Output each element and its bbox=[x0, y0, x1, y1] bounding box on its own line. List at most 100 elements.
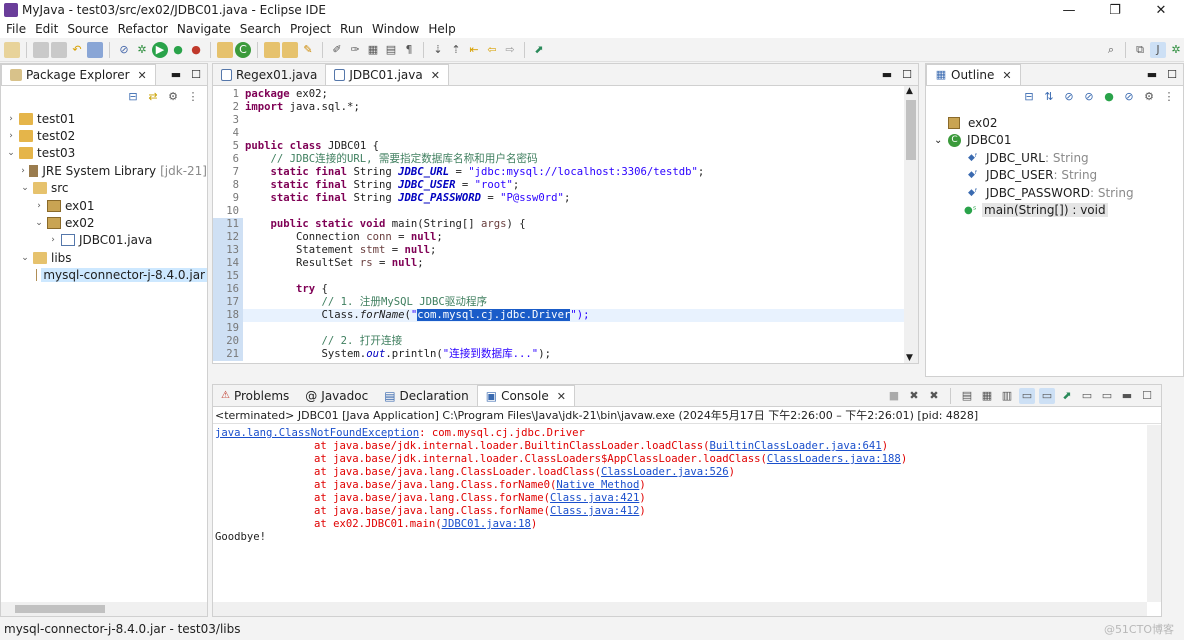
show-whitespace-icon[interactable]: ¶ bbox=[401, 42, 417, 58]
scroll-down-icon[interactable]: ▼ bbox=[906, 353, 913, 363]
search-toolbar-icon[interactable]: ✎ bbox=[300, 42, 316, 58]
menu-window[interactable]: Window bbox=[370, 22, 426, 36]
new-java-project-icon[interactable] bbox=[217, 41, 233, 58]
stack-link[interactable]: BuiltinClassLoader.java:641 bbox=[709, 440, 881, 452]
outline-item-field[interactable]: ◆ᶠ JDBC_PASSWORD : String bbox=[926, 184, 1183, 202]
tab-problems[interactable]: ⚠ Problems bbox=[213, 385, 298, 406]
skip-breakpoints-icon[interactable]: ⊘ bbox=[116, 42, 132, 58]
open-perspective-icon[interactable]: ⧉ bbox=[1132, 42, 1148, 58]
tree-item-test01[interactable]: › test01 bbox=[1, 110, 207, 127]
minimize-button[interactable]: — bbox=[1046, 3, 1092, 18]
pin-editor-icon[interactable]: ⬈ bbox=[531, 42, 547, 58]
exception-link[interactable]: java.lang.ClassNotFoundException bbox=[215, 427, 419, 439]
clear-console-icon[interactable]: ▤ bbox=[959, 388, 975, 404]
menu-source[interactable]: Source bbox=[65, 22, 115, 36]
sort-icon[interactable]: ⇅ bbox=[1041, 89, 1057, 105]
stack-link[interactable]: Native Method bbox=[556, 479, 639, 491]
word-wrap-icon[interactable]: ▤ bbox=[383, 42, 399, 58]
terminal-icon[interactable] bbox=[87, 41, 103, 58]
tab-javadoc[interactable]: @ Javadoc bbox=[297, 385, 377, 406]
close-button[interactable]: ✕ bbox=[1138, 3, 1184, 18]
menu-project[interactable]: Project bbox=[288, 22, 338, 36]
save-icon[interactable] bbox=[33, 41, 49, 58]
coverage-icon[interactable]: ● bbox=[170, 42, 186, 58]
maximize-icon[interactable]: ☐ bbox=[191, 68, 201, 81]
console-vertical-scrollbar[interactable] bbox=[1147, 425, 1161, 602]
menu-file[interactable]: File bbox=[4, 22, 33, 36]
next-annotation-icon[interactable]: ⇣ bbox=[430, 42, 446, 58]
external-tools-icon[interactable]: ● bbox=[188, 42, 204, 58]
block-selection-icon[interactable]: ▦ bbox=[365, 42, 381, 58]
focus-icon[interactable]: ⚙ bbox=[1141, 89, 1157, 105]
minimize-icon[interactable]: ▬ bbox=[882, 68, 892, 81]
toggle-annotation-icon[interactable]: ✐ bbox=[329, 42, 345, 58]
chevron-down-icon[interactable]: ⌄ bbox=[5, 148, 17, 158]
stack-link[interactable]: JDBC01.java:18 bbox=[442, 518, 531, 530]
menu-refactor[interactable]: Refactor bbox=[116, 22, 175, 36]
menu-run[interactable]: Run bbox=[338, 22, 370, 36]
outline-item-package[interactable]: ex02 bbox=[926, 114, 1183, 132]
forward-icon[interactable]: ⇨ bbox=[502, 42, 518, 58]
scrollbar-thumb[interactable] bbox=[906, 100, 916, 160]
outline-item-method[interactable]: ●ˢ main(String[]) : void bbox=[926, 202, 1183, 220]
tab-regex01[interactable]: Regex01.java bbox=[213, 64, 326, 85]
open-console-icon[interactable]: ▭ bbox=[1099, 388, 1115, 404]
console-horizontal-scrollbar[interactable] bbox=[213, 602, 1147, 616]
maximize-icon[interactable]: ☐ bbox=[1139, 388, 1155, 404]
outline-item-field[interactable]: ◆ᶠ JDBC_URL : String bbox=[926, 149, 1183, 167]
tab-console[interactable]: ▣ Console ✕ bbox=[476, 385, 575, 406]
terminate-icon[interactable]: ■ bbox=[886, 388, 902, 404]
tree-item-ex01[interactable]: › ex01 bbox=[1, 197, 207, 214]
stack-link[interactable]: Class.java:412 bbox=[550, 505, 639, 517]
close-icon[interactable]: ✕ bbox=[138, 69, 147, 82]
open-task-icon[interactable] bbox=[282, 41, 298, 58]
view-menu-icon[interactable]: ⋮ bbox=[185, 89, 201, 105]
console-output[interactable]: java.lang.ClassNotFoundException: com.my… bbox=[213, 425, 1147, 602]
tree-item-test03[interactable]: ⌄ test03 bbox=[1, 145, 207, 162]
show-stderr-icon[interactable]: ▭ bbox=[1039, 388, 1055, 404]
minimize-icon[interactable]: ▬ bbox=[1147, 68, 1157, 81]
chevron-down-icon[interactable]: ⌄ bbox=[934, 135, 946, 146]
show-stdout-icon[interactable]: ▭ bbox=[1019, 388, 1035, 404]
scrollbar-thumb[interactable] bbox=[15, 605, 105, 613]
minimize-icon[interactable]: ▬ bbox=[1119, 388, 1135, 404]
chevron-right-icon[interactable]: › bbox=[5, 114, 17, 124]
chevron-down-icon[interactable]: ⌄ bbox=[33, 218, 45, 228]
chevron-down-icon[interactable]: ⌄ bbox=[19, 253, 31, 263]
tree-item-jre[interactable]: › JRE System Library [jdk-21] bbox=[1, 162, 207, 179]
link-with-editor-icon[interactable]: ⇄ bbox=[145, 89, 161, 105]
stack-link[interactable]: ClassLoaders.java:188 bbox=[767, 453, 901, 465]
open-type-icon[interactable] bbox=[264, 41, 280, 58]
chevron-right-icon[interactable]: › bbox=[5, 131, 17, 141]
close-icon[interactable]: ✕ bbox=[557, 390, 566, 403]
remove-launch-icon[interactable]: ✖ bbox=[906, 388, 922, 404]
tree-item-jdbc01[interactable]: › JDBC01.java bbox=[1, 232, 207, 249]
search-icon[interactable]: ⌕ bbox=[1103, 42, 1119, 58]
tab-declaration[interactable]: ▤ Declaration bbox=[376, 385, 477, 406]
editor-vertical-scrollbar[interactable]: ▲ ▼ bbox=[904, 86, 918, 363]
outline-item-field[interactable]: ◆ᶠ JDBC_USER : String bbox=[926, 167, 1183, 185]
remove-all-icon[interactable]: ✖ bbox=[926, 388, 942, 404]
tab-jdbc01[interactable]: JDBC01.java ✕ bbox=[325, 64, 449, 85]
chevron-right-icon[interactable]: › bbox=[47, 235, 59, 245]
word-wrap-icon[interactable]: ▥ bbox=[999, 388, 1015, 404]
code-editor[interactable]: 1 package ex02; 2 import java.sql.*; 3 4 5… bbox=[213, 86, 904, 363]
stack-link[interactable]: ClassLoader.java:526 bbox=[601, 466, 729, 478]
maximize-icon[interactable]: ☐ bbox=[1167, 68, 1177, 81]
scroll-up-icon[interactable]: ▲ bbox=[906, 86, 913, 96]
menu-search[interactable]: Search bbox=[238, 22, 288, 36]
scroll-lock-icon[interactable]: ▦ bbox=[979, 388, 995, 404]
chevron-down-icon[interactable]: ⌄ bbox=[19, 183, 31, 193]
debug-perspective-icon[interactable]: ✲ bbox=[1168, 42, 1184, 58]
chevron-right-icon[interactable]: › bbox=[33, 201, 45, 211]
tree-item-ex02[interactable]: ⌄ ex02 bbox=[1, 214, 207, 231]
tree-item-mysql-jar[interactable]: mysql-connector-j-8.4.0.jar bbox=[1, 267, 207, 284]
horizontal-scrollbar[interactable] bbox=[1, 602, 207, 616]
pin-console-icon[interactable]: ⬈ bbox=[1059, 388, 1075, 404]
close-icon[interactable]: ✕ bbox=[431, 69, 440, 82]
tab-package-explorer[interactable]: Package Explorer ✕ bbox=[1, 64, 156, 85]
minimize-icon[interactable]: ▬ bbox=[171, 68, 181, 81]
undo-icon[interactable]: ↶ bbox=[69, 42, 85, 58]
java-perspective-icon[interactable]: J bbox=[1150, 41, 1166, 58]
mark-occurrences-icon[interactable]: ✑ bbox=[347, 42, 363, 58]
